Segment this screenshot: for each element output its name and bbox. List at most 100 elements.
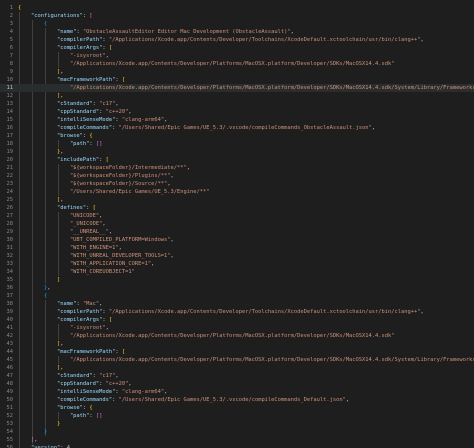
- code-token: "WITH_UNREAL_DEVELOPER_TOOLS=1": [69, 253, 171, 259]
- code-token: ,: [170, 237, 174, 243]
- code-line[interactable]: 3 {: [0, 20, 474, 28]
- code-token: "/Applications/Xcode.app/Contents/Develo…: [69, 333, 395, 339]
- code-line[interactable]: 27 "UNICODE",: [0, 212, 474, 220]
- code-token: {: [43, 293, 48, 299]
- line-number: 41: [6, 325, 14, 331]
- code-line[interactable]: 6 "compilerArgs": [: [0, 44, 474, 52]
- code-line[interactable]: 23 "${workspaceFolder}/Source/**",: [0, 180, 474, 188]
- code-line[interactable]: 22 "${workspaceFolder}/Plugins/**",: [0, 172, 474, 180]
- code-line[interactable]: 43 ],: [0, 340, 474, 348]
- code-token: "Mac": [82, 301, 100, 307]
- code-line[interactable]: 42 "/Applications/Xcode.app/Contents/Dev…: [0, 332, 474, 340]
- code-line[interactable]: 44 "macFrameworkPath": [: [0, 348, 474, 356]
- line-number: 53: [6, 421, 14, 427]
- line-code: ],: [18, 68, 64, 76]
- code-line[interactable]: 9 ],: [0, 68, 474, 76]
- code-line[interactable]: 10 "macFrameworkPath": [: [0, 76, 474, 84]
- code-line[interactable]: 31 "WITH_ENGINE=1",: [0, 244, 474, 252]
- code-line[interactable]: 17 "browse": {: [0, 132, 474, 140]
- line-number: 2: [9, 13, 13, 19]
- code-token: "c17": [99, 101, 116, 107]
- code-line[interactable]: 12 ],: [0, 92, 474, 100]
- code-token: [: [108, 317, 113, 323]
- code-line[interactable]: 39 "compilerPath": "/Applications/Xcode.…: [0, 308, 474, 316]
- line-code: "${workspaceFolder}/Plugins/**",: [18, 172, 174, 180]
- code-editor[interactable]: 1{2 "configurations": [3 {4 "name": "Obs…: [0, 0, 474, 448]
- code-token: "/Applications/Xcode.app/Contents/Develo…: [69, 357, 474, 363]
- code-line[interactable]: 49 "intelliSenseMode": "clang-arm64",: [0, 388, 474, 396]
- code-line[interactable]: 32 "WITH_UNREAL_DEVELOPER_TOOLS=1",: [0, 252, 474, 260]
- code-line[interactable]: 2 "configurations": [: [0, 12, 474, 20]
- code-line[interactable]: 19 },: [0, 148, 474, 156]
- code-line[interactable]: 54 }: [0, 428, 474, 436]
- code-token: }: [56, 421, 61, 427]
- line-code: {: [18, 4, 21, 12]
- code-token: {: [89, 133, 93, 139]
- code-line[interactable]: 25 ],: [0, 196, 474, 204]
- code-token: "cStandard": [56, 373, 93, 379]
- code-line[interactable]: 26 "defines": [: [0, 204, 474, 212]
- code-line[interactable]: 29 "__UNREAL__",: [0, 228, 474, 236]
- code-line[interactable]: 48 "cppStandard": "c++20",: [0, 380, 474, 388]
- line-code: "/Users/Shared/Epic Games/UE_5.3/Engine/…: [18, 188, 210, 196]
- code-line[interactable]: 15 "intelliSenseMode": "clang-arm64",: [0, 116, 474, 124]
- line-number: 14: [6, 109, 14, 115]
- line-code: "UNICODE",: [18, 212, 102, 220]
- code-line[interactable]: 13 "cStandard": "c17",: [0, 100, 474, 108]
- code-line[interactable]: 7 "-isysroot",: [0, 52, 474, 60]
- code-line[interactable]: 1{: [0, 4, 474, 12]
- code-line[interactable]: 14 "cppStandard": "c++20",: [0, 108, 474, 116]
- code-line[interactable]: 55 ],: [0, 436, 474, 444]
- code-token: ,: [99, 301, 103, 307]
- line-code: "cStandard": "c17",: [18, 100, 119, 108]
- line-number: 38: [6, 301, 14, 307]
- code-line[interactable]: 30 "UBT_COMPILED_PLATFORM=Windows",: [0, 236, 474, 244]
- code-line[interactable]: 51 "browse": {: [0, 404, 474, 412]
- code-token: ,: [60, 197, 64, 203]
- line-code: "cppStandard": "c++20",: [18, 108, 132, 116]
- code-line[interactable]: 37 {: [0, 292, 474, 300]
- code-line[interactable]: 56 "version": 4: [0, 444, 474, 448]
- code-token: "compilerPath": [56, 309, 103, 315]
- code-line[interactable]: 11 "/Applications/Xcode.app/Contents/Dev…: [0, 84, 474, 92]
- code-token: []: [95, 141, 103, 147]
- code-line[interactable]: 46 ],: [0, 364, 474, 372]
- code-line[interactable]: 38 "name": "Mac",: [0, 300, 474, 308]
- code-line[interactable]: 21 "${workspaceFolder}/Intermediate/**",: [0, 164, 474, 172]
- code-line[interactable]: 35 ]: [0, 276, 474, 284]
- code-token: "compilerArgs": [56, 45, 103, 51]
- code-line[interactable]: 33 "WITH_APPLICATION_CORE=1",: [0, 260, 474, 268]
- code-line[interactable]: 53 }: [0, 420, 474, 428]
- code-line[interactable]: 8 "/Applications/Xcode.app/Contents/Deve…: [0, 60, 474, 68]
- line-number: 28: [6, 221, 14, 227]
- code-line[interactable]: 41 "-isysroot",: [0, 324, 474, 332]
- code-line[interactable]: 47 "cStandard": "c17",: [0, 372, 474, 380]
- code-line[interactable]: 36 },: [0, 284, 474, 292]
- code-line[interactable]: 5 "compilerPath": "/Applications/Xcode.a…: [0, 36, 474, 44]
- code-line[interactable]: 16 "compileCommands": "/Users/Shared/Epi…: [0, 124, 474, 132]
- code-line[interactable]: 50 "compileCommands": "/Users/Shared/Epi…: [0, 396, 474, 404]
- code-token: ,: [60, 149, 64, 155]
- line-number: 5: [9, 37, 13, 43]
- code-line[interactable]: 45 "/Applications/Xcode.app/Contents/Dev…: [0, 356, 474, 364]
- code-token: "/Users/Shared/Epic Games/UE_5.3/.vscode…: [118, 125, 372, 131]
- code-line[interactable]: 34 "WITH_COREUOBJECT=1": [0, 268, 474, 276]
- code-line[interactable]: 40 "compilerArgs": [: [0, 316, 474, 324]
- code-line[interactable]: 24 "/Users/Shared/Epic Games/UE_5.3/Engi…: [0, 188, 474, 196]
- code-line[interactable]: 18 "path": []: [0, 140, 474, 148]
- code-line[interactable]: 28 "_UNICODE",: [0, 220, 474, 228]
- code-line[interactable]: 4 "name": "ObstacleAssaultEditor Editor …: [0, 28, 474, 36]
- line-code: "compileCommands": "/Users/Shared/Epic G…: [18, 396, 349, 404]
- code-line[interactable]: 20 "includePath": [: [0, 156, 474, 164]
- code-line[interactable]: 52 "path": []: [0, 412, 474, 420]
